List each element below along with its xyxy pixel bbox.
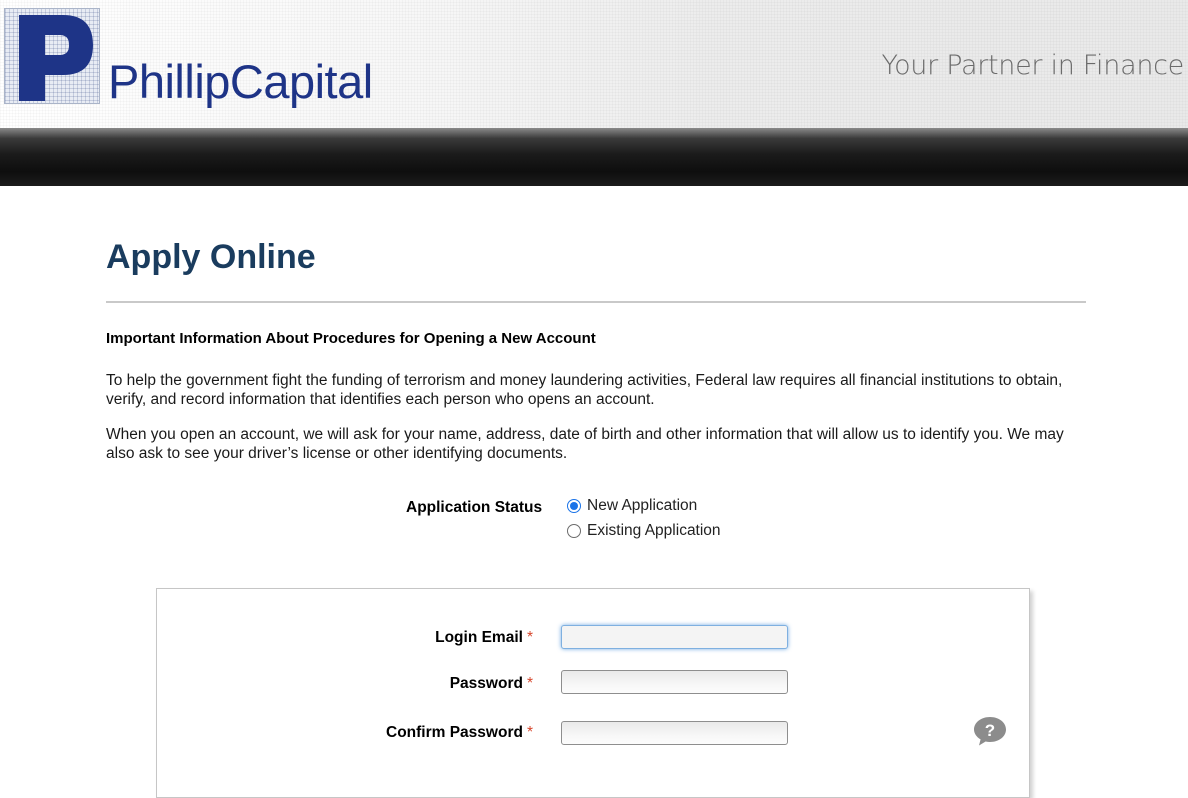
radio-button-unselected[interactable] — [567, 524, 581, 538]
radio-new-application[interactable]: New Application — [567, 497, 697, 515]
info-paragraph-1: To help the government fight the funding… — [106, 372, 1063, 408]
required-marker: * — [526, 675, 533, 692]
password-label: Password * — [450, 675, 533, 693]
logo-p-icon — [19, 15, 93, 101]
radio-button-selected[interactable] — [567, 499, 581, 513]
logo-text[interactable]: PhillipCapital — [108, 58, 373, 105]
tagline: Your Partner in Finance — [881, 50, 1184, 81]
confirm-password-input[interactable] — [561, 721, 788, 745]
header-nav-bar — [0, 128, 1188, 186]
login-email-label-text: Login Email — [435, 629, 523, 646]
required-marker: * — [526, 724, 533, 741]
info-paragraph-2: When you open an account, we will ask fo… — [106, 426, 1064, 462]
login-email-label: Login Email * — [435, 629, 533, 647]
logo-mark[interactable] — [4, 8, 100, 104]
svg-text:?: ? — [985, 721, 995, 740]
info-heading: Important Information About Procedures f… — [106, 330, 596, 347]
login-email-input[interactable] — [561, 625, 788, 649]
title-divider — [106, 301, 1086, 303]
radio-existing-application[interactable]: Existing Application — [567, 522, 721, 540]
application-status-label: Application Status — [406, 499, 543, 516]
password-input[interactable] — [561, 670, 788, 694]
confirm-password-label-text: Confirm Password — [386, 724, 523, 741]
page-title: Apply Online — [106, 238, 316, 276]
confirm-password-label: Confirm Password * — [386, 724, 533, 742]
password-label-text: Password — [449, 675, 523, 692]
help-question-icon[interactable]: ? — [972, 715, 1008, 747]
radio-label-new-application: New Application — [587, 497, 698, 514]
radio-label-existing-application: Existing Application — [587, 522, 721, 539]
site-header: PhillipCapital Your Partner in Finance — [0, 0, 1188, 128]
login-form-panel: Login Email * Password * Confirm Password *… — [156, 588, 1030, 798]
required-marker: * — [526, 629, 533, 646]
